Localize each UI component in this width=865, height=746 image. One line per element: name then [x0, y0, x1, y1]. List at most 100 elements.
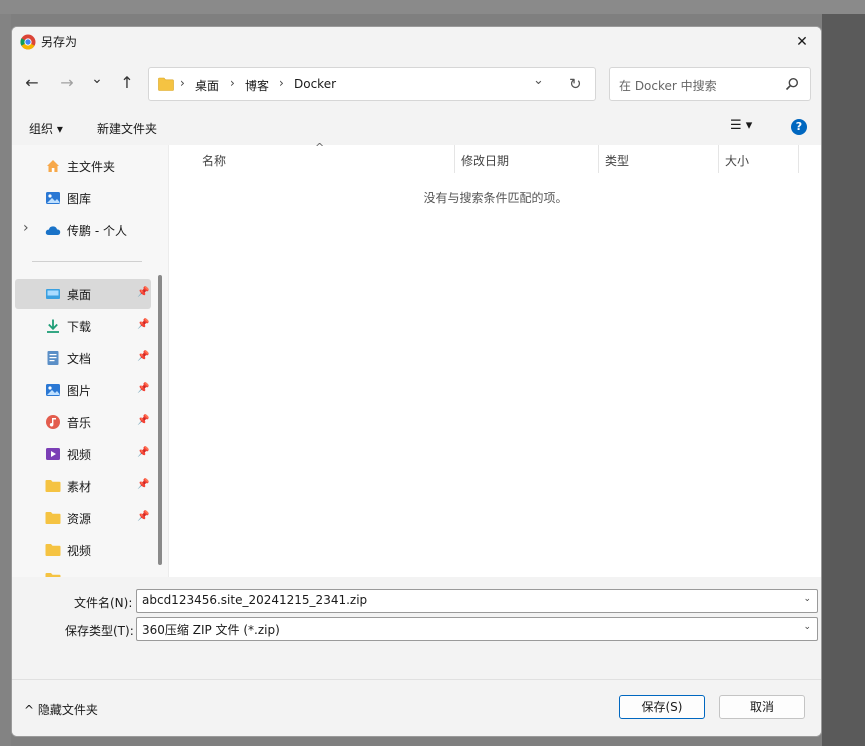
desktop-icon — [45, 286, 61, 302]
home-icon — [45, 158, 61, 174]
background-window-left — [0, 14, 11, 746]
breadcrumb-desktop[interactable]: 桌面 — [195, 77, 219, 94]
sidebar-item-label: 素材 — [67, 480, 92, 494]
pin-icon[interactable]: 📌 — [137, 447, 149, 458]
address-dropdown-icon[interactable]: ⌄ — [533, 73, 544, 88]
filename-input[interactable]: abcd123456.site_20241215_2341.zip — [142, 593, 367, 607]
pin-icon[interactable]: 📌 — [137, 287, 149, 298]
back-button[interactable]: ← — [20, 71, 44, 95]
filetype-label: 保存类型(T): — [65, 624, 134, 638]
document-icon — [45, 350, 61, 366]
music-icon — [45, 414, 61, 430]
help-icon[interactable]: ? — [791, 119, 807, 135]
filename-label: 文件名(N): — [74, 596, 133, 610]
pin-icon[interactable]: 📌 — [137, 479, 149, 490]
hide-folders-button[interactable]: ^ 隐藏文件夹 — [24, 701, 98, 718]
column-header-name[interactable]: 名称 — [169, 145, 455, 173]
onedrive-cloud-icon — [45, 222, 61, 238]
sidebar-divider — [32, 261, 142, 262]
cancel-button[interactable]: 取消 — [719, 695, 805, 719]
empty-folder-message: 没有与搜索条件匹配的项。 — [423, 191, 568, 205]
sidebar-item-pictures[interactable]: 图片 📌 — [15, 375, 151, 405]
up-button[interactable]: ↑ — [115, 71, 139, 95]
forward-button[interactable]: → — [55, 71, 79, 95]
pin-icon[interactable]: 📌 — [137, 415, 149, 426]
expand-chevron-icon[interactable]: › — [23, 220, 29, 236]
sidebar-item-label: 音乐 — [67, 416, 92, 430]
navigation-pane: 主文件夹 图库 › 传鹏 - 个人 桌面 📌 下载 📌 文档 📌 图片 📌 音乐… — [12, 145, 168, 577]
pin-icon[interactable]: 📌 — [137, 319, 149, 330]
breadcrumb-separator: › — [230, 76, 235, 90]
sidebar-item-music[interactable]: 音乐 📌 — [15, 407, 151, 437]
refresh-icon[interactable]: ↻ — [569, 75, 582, 93]
breadcrumb-separator: › — [180, 76, 185, 90]
save-button[interactable]: 保存(S) — [619, 695, 705, 719]
column-header-label: 类型 — [605, 154, 630, 168]
folder-icon — [45, 478, 61, 494]
close-button[interactable]: ✕ — [789, 29, 815, 55]
footer-divider — [12, 679, 821, 680]
sidebar-item-materials[interactable]: 素材 📌 — [15, 471, 151, 501]
sidebar-item-home[interactable]: 主文件夹 — [15, 151, 151, 181]
chevron-down-icon[interactable]: ⌄ — [803, 594, 811, 604]
pin-icon[interactable]: 📌 — [137, 383, 149, 394]
sidebar-item-label: 文档 — [67, 352, 92, 366]
window-title: 另存为 — [41, 35, 78, 49]
navigation-bar: ← → ⌄ ↑ › 桌面 › 博客 › Docker ⌄ ↻ 在 Docker … — [12, 57, 821, 109]
breadcrumb-docker[interactable]: Docker — [294, 77, 336, 91]
sidebar-item-videos-folder[interactable]: 视频 — [15, 535, 151, 565]
chevron-down-icon[interactable]: ⌄ — [803, 622, 811, 632]
folder-icon — [45, 542, 61, 558]
column-header-date[interactable]: 修改日期 — [455, 145, 599, 173]
folder-icon — [45, 510, 61, 526]
save-form: 文件名(N): abcd123456.site_20241215_2341.zi… — [12, 577, 821, 736]
sidebar-item-desktop[interactable]: 桌面 📌 — [15, 279, 151, 309]
sidebar-item-label: 图库 — [67, 192, 92, 206]
save-as-dialog: 另存为 ✕ ← → ⌄ ↑ › 桌面 › 博客 › Docker ⌄ ↻ 在 D… — [11, 26, 822, 737]
column-header-type[interactable]: 类型 — [599, 145, 719, 173]
folder-icon — [158, 77, 174, 91]
sidebar-item-documents[interactable]: 文档 📌 — [15, 343, 151, 373]
gallery-icon — [45, 190, 61, 206]
column-header-label: 修改日期 — [461, 154, 510, 168]
download-icon — [45, 318, 61, 334]
background-window-right — [822, 14, 865, 746]
search-input[interactable]: 在 Docker 中搜索 — [619, 77, 717, 94]
column-header-label: 名称 — [202, 154, 227, 168]
organize-button[interactable]: 组织 ▾ — [29, 120, 63, 137]
video-icon — [45, 446, 61, 462]
sidebar-item-label: 传鹏 - 个人 — [67, 224, 127, 238]
sidebar-item-label: 桌面 — [67, 288, 92, 302]
pin-icon[interactable]: 📌 — [137, 511, 149, 522]
sidebar-item-onedrive[interactable]: › 传鹏 - 个人 — [15, 215, 151, 245]
sidebar-item-label: 主文件夹 — [67, 160, 116, 174]
sidebar-item-label: 下载 — [67, 320, 92, 334]
view-options-button[interactable]: ☰ ▾ — [730, 118, 752, 133]
column-header-size[interactable]: 大小 — [719, 145, 799, 173]
new-folder-button[interactable]: 新建文件夹 — [97, 120, 157, 137]
sidebar-item-label: 视频 — [67, 544, 92, 558]
chrome-app-icon — [20, 34, 36, 50]
sidebar-scrollbar[interactable] — [158, 275, 162, 565]
title-bar: 另存为 ✕ — [12, 27, 821, 57]
background-window-top — [0, 0, 865, 14]
sidebar-item-label: 图片 — [67, 384, 92, 398]
breadcrumb-blog[interactable]: 博客 — [245, 77, 269, 94]
filetype-select[interactable]: 360压缩 ZIP 文件 (*.zip) ⌄ — [136, 617, 818, 641]
filename-field[interactable]: abcd123456.site_20241215_2341.zip ⌄ — [136, 589, 818, 613]
sidebar-item-resources[interactable]: 资源 📌 — [15, 503, 151, 533]
search-box[interactable]: 在 Docker 中搜索 — [609, 67, 811, 101]
sidebar-item-label: 资源 — [67, 512, 92, 526]
recent-locations-button[interactable]: ⌄ — [85, 67, 109, 91]
search-icon[interactable] — [785, 77, 799, 91]
command-toolbar: 组织 ▾ 新建文件夹 ☰ ▾ ? — [12, 109, 821, 145]
sidebar-item-videos[interactable]: 视频 📌 — [15, 439, 151, 469]
sidebar-item-downloads[interactable]: 下载 📌 — [15, 311, 151, 341]
filetype-value: 360压缩 ZIP 文件 (*.zip) — [142, 623, 280, 637]
address-bar[interactable]: › 桌面 › 博客 › Docker ⌄ ↻ — [148, 67, 596, 101]
pictures-icon — [45, 382, 61, 398]
sidebar-item-label: 视频 — [67, 448, 92, 462]
file-list: ^ 名称 修改日期 类型 大小 没有与搜索条件匹配的项。 — [168, 141, 821, 577]
sidebar-item-gallery[interactable]: 图库 — [15, 183, 151, 213]
pin-icon[interactable]: 📌 — [137, 351, 149, 362]
